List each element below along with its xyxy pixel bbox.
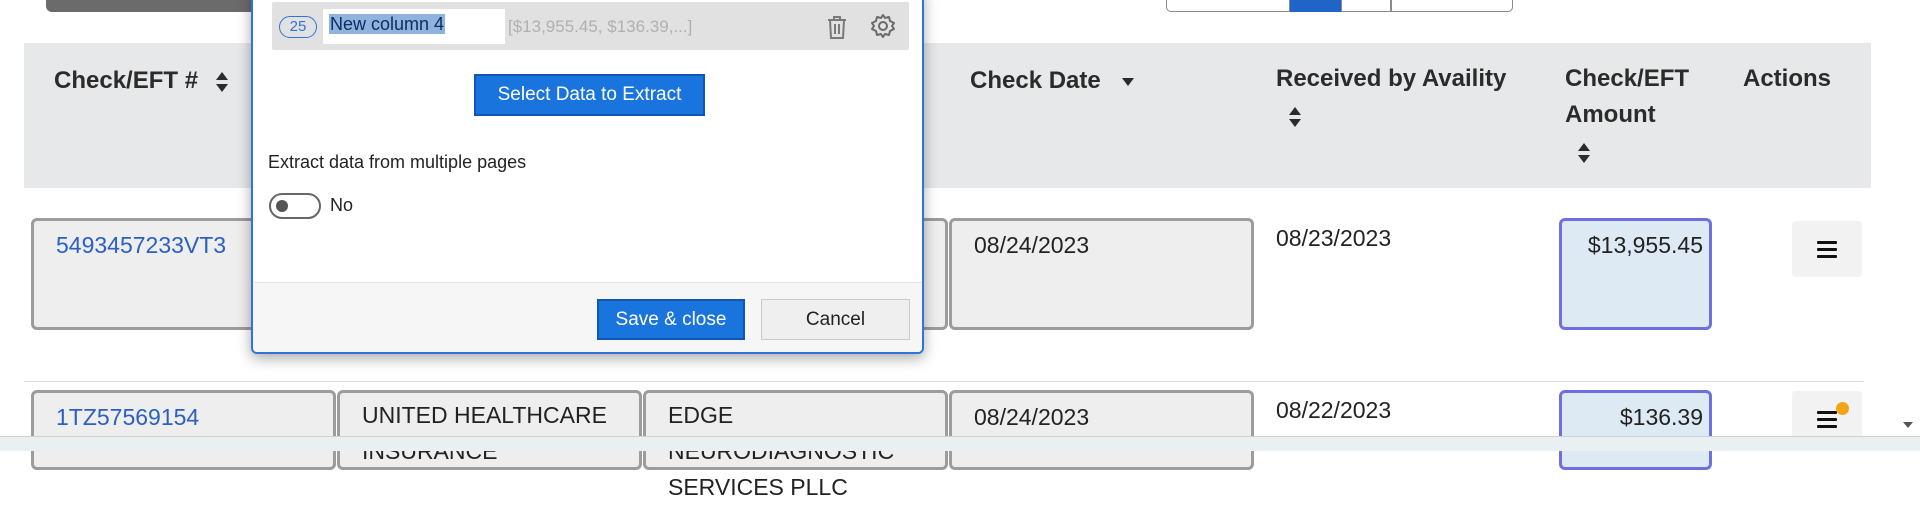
top-bar-remnant xyxy=(46,0,264,12)
sort-icon[interactable] xyxy=(1288,106,1302,128)
toggle-knob xyxy=(276,200,288,212)
bottom-strip xyxy=(0,436,1920,451)
amount-cell[interactable]: $13,955.45 xyxy=(1559,218,1712,330)
hamburger-icon xyxy=(1817,241,1837,262)
column-name-input[interactable]: New column 4 xyxy=(323,9,505,44)
header-check-eft-amount[interactable]: Check/EFT Amount xyxy=(1565,61,1705,169)
header-label: Received by Availity xyxy=(1276,65,1507,92)
gear-icon[interactable] xyxy=(870,13,896,44)
check-date-cell: 08/24/2023 xyxy=(949,390,1254,470)
extract-column-row: 25 New column 4 [$13,955.45, $136.39,...… xyxy=(272,2,909,50)
column-index-badge: 25 xyxy=(279,16,317,38)
row-actions-button[interactable] xyxy=(1792,221,1862,277)
segment-button-4[interactable] xyxy=(1391,0,1513,12)
sort-icon[interactable] xyxy=(1577,142,1591,164)
segment-button-1[interactable] xyxy=(1166,0,1290,12)
dialog-footer: Save & close Cancel xyxy=(253,283,922,352)
page: Check/EFT # Check Date Received by Avail… xyxy=(0,0,1920,500)
toggle-value-label: No xyxy=(330,195,354,215)
check-date-cell: 08/24/2023 xyxy=(949,218,1254,330)
header-label: Check/EFT Amount xyxy=(1565,65,1690,128)
received-date-cell: 08/23/2023 xyxy=(1276,225,1392,251)
header-label: Check/EFT # xyxy=(54,67,199,94)
header-received-by-availity[interactable]: Received by Availity xyxy=(1276,61,1506,133)
header-label: Check Date xyxy=(970,67,1101,94)
save-close-button[interactable]: Save & close xyxy=(597,299,745,340)
segment-button-3[interactable] xyxy=(1341,0,1391,12)
column-name-text: New column 4 xyxy=(329,14,446,34)
sort-desc-icon[interactable] xyxy=(1121,77,1135,87)
cancel-button[interactable]: Cancel xyxy=(761,299,910,340)
header-check-date[interactable]: Check Date xyxy=(970,63,1135,99)
amount-cell[interactable]: $136.39 xyxy=(1559,390,1712,470)
column-preview: [$13,955.45, $136.39,...] xyxy=(508,17,693,36)
select-data-button[interactable]: Select Data to Extract xyxy=(474,74,705,116)
trash-icon[interactable] xyxy=(825,14,849,45)
extract-data-dialog: 25 New column 4 [$13,955.45, $136.39,...… xyxy=(251,0,924,354)
header-actions: Actions xyxy=(1743,65,1832,92)
scroll-down-arrow-icon[interactable] xyxy=(1903,422,1913,428)
hamburger-icon xyxy=(1817,411,1837,432)
payee-cell: EDGE NEURODIAGNOSTIC SERVICES PLLC xyxy=(643,390,948,500)
payer-cell: UNITED HEALTHCARE INSURANCE xyxy=(337,390,642,470)
header-check-eft-number[interactable]: Check/EFT # xyxy=(54,63,229,99)
notification-dot xyxy=(1836,402,1849,415)
check-number-link[interactable]: 1TZ57569154 xyxy=(56,404,199,430)
check-number-cell: 1TZ57569154 xyxy=(31,390,336,470)
segment-button-2[interactable] xyxy=(1290,0,1341,12)
check-number-link[interactable]: 5493457233VT3 xyxy=(56,232,226,258)
row-divider xyxy=(24,381,1864,382)
multi-page-label: Extract data from multiple pages xyxy=(268,152,527,172)
received-date-cell: 08/22/2023 xyxy=(1276,397,1392,423)
multi-page-toggle[interactable] xyxy=(269,193,321,219)
sort-icon[interactable] xyxy=(215,71,229,93)
